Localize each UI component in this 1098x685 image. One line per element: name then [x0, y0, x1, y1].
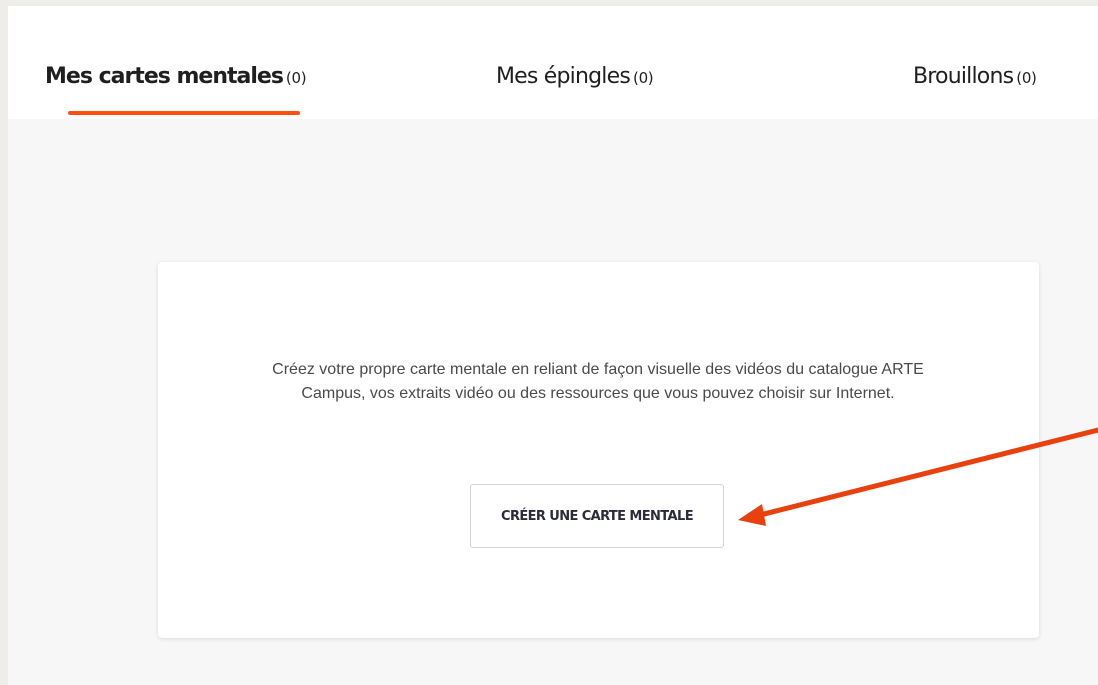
page-frame: Mes cartes mentales (0) Mes épingles (0) B… — [8, 6, 1098, 685]
empty-state-card: Créez votre propre carte mentale en reli… — [158, 262, 1039, 638]
tab-mes-cartes-mentales[interactable]: Mes cartes mentales (0) — [45, 64, 307, 89]
tab-count: (0) — [285, 69, 307, 87]
tab-mes-epingles[interactable]: Mes épingles (0) — [496, 64, 654, 89]
tab-label: Brouillons — [913, 64, 1014, 89]
tab-brouillons[interactable]: Brouillons (0) — [913, 64, 1037, 89]
tab-count: (0) — [633, 69, 654, 87]
active-tab-indicator — [68, 111, 300, 115]
create-mind-map-button[interactable]: CRÉER UNE CARTE MENTALE — [470, 484, 724, 548]
empty-state-description: Créez votre propre carte mentale en reli… — [272, 361, 924, 402]
tab-label: Mes épingles — [496, 64, 631, 89]
tab-count: (0) — [1016, 69, 1037, 87]
tab-label: Mes cartes mentales — [45, 64, 284, 89]
tab-bar: Mes cartes mentales (0) Mes épingles (0) B… — [8, 6, 1098, 119]
